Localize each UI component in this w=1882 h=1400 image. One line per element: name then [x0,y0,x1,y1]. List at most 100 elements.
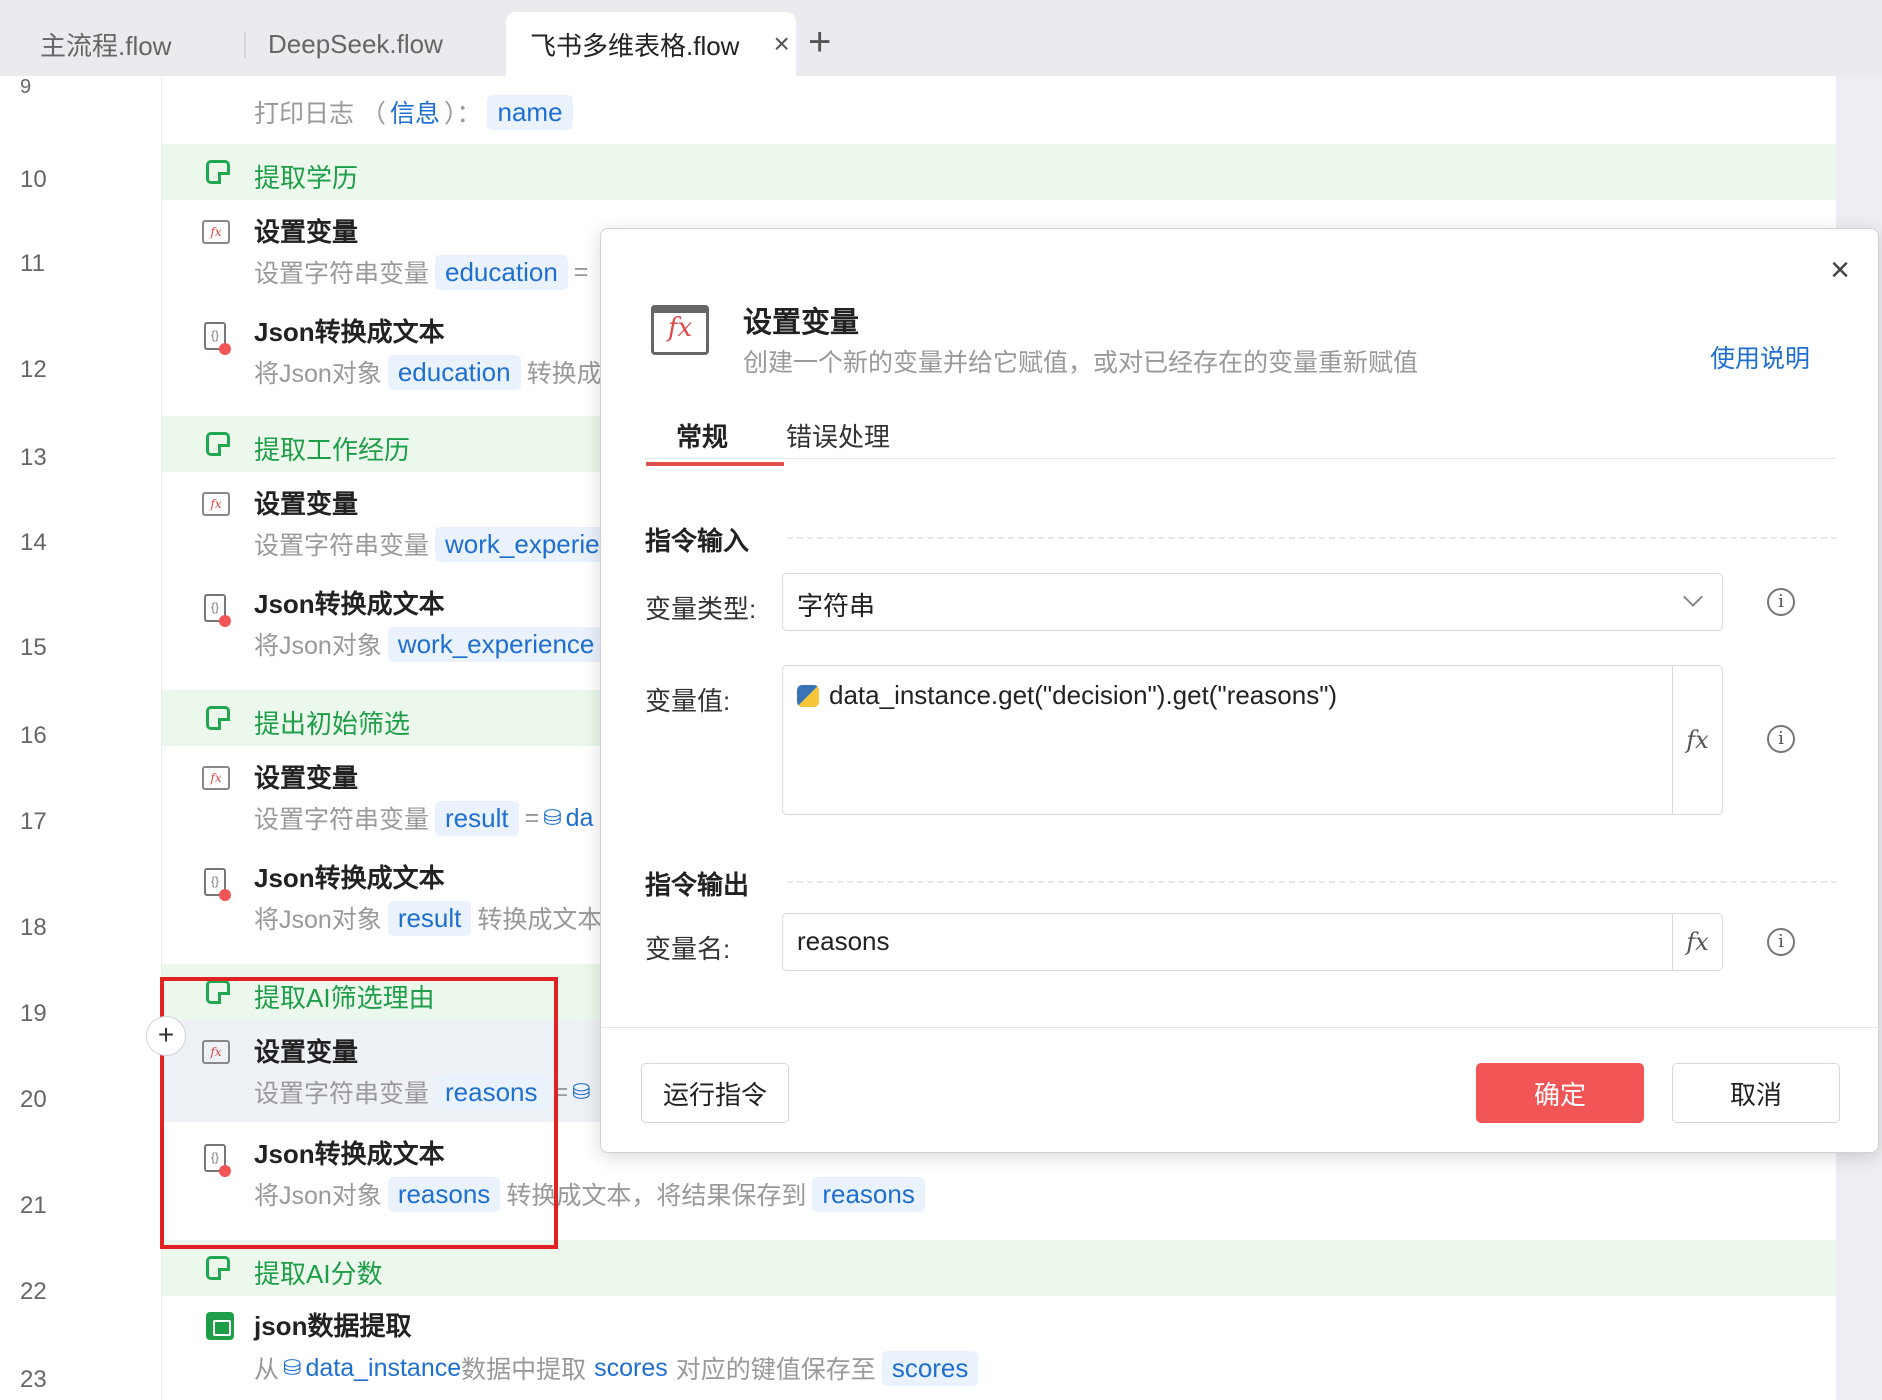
section-divider [787,881,1837,883]
desc-text: = [524,803,540,832]
python-icon [797,685,819,707]
confirm-button[interactable]: 确定 [1476,1063,1644,1123]
step-description: 设置字符串变量 result = ⛁ da [254,800,593,836]
output-variable-chip[interactable]: reasons [812,1176,925,1212]
step-title: Json转换成文本 [254,589,445,619]
step-description: 设置字符串变量 education = [254,254,588,290]
set-variable-dialog: × fx 设置变量 创建一个新的变量并给它赋值，或对已经存在的变量重新赋值 使用… [600,228,1879,1153]
source-variable[interactable]: data_instance [305,1354,461,1383]
step-title: 设置变量 [254,489,359,519]
variable-type-value: 字符串 [797,591,876,621]
add-step-icon[interactable]: + [146,1016,186,1056]
json-extract-icon [206,1312,234,1340]
tab-main-flow[interactable]: 主流程.flow [0,12,246,76]
fx-button[interactable]: fx [1672,914,1722,970]
log-level-link[interactable]: 信息 [390,94,440,130]
info-icon[interactable]: i [1767,588,1795,616]
fx-icon: fx [202,220,230,244]
footer-divider [601,1027,1878,1028]
tab-error-handling[interactable]: 错误处理 [786,417,890,454]
section-divider [787,537,1837,539]
expression-preview: da [565,803,594,832]
dialog-title: 设置变量 [743,307,860,339]
tab-label: 主流程.flow [40,30,172,61]
group-title: 提取工作经历 [254,435,411,465]
group-title: 提出初始筛选 [254,709,411,739]
fx-icon: fx [651,305,709,355]
step-title: json数据提取 [254,1311,412,1341]
group-title: 提取AI分数 [254,1259,383,1289]
info-icon[interactable]: i [1767,725,1795,753]
tab-general[interactable]: 常规 [645,417,785,466]
json-icon: {} [204,322,231,355]
cancel-button[interactable]: 取消 [1672,1063,1840,1123]
step-description: 从 ⛁ data_instance 数据中提取 scores 对应的键值保存至 … [254,1350,984,1386]
json-icon: {} [204,594,231,627]
fx-icon: fx [202,766,230,790]
line-number: 10 [20,166,47,193]
line-number: 17 [20,808,47,835]
info-icon[interactable]: i [1767,928,1795,956]
output-variable-chip[interactable]: scores [881,1350,979,1386]
step-description: 设置字符串变量 work_experience [254,526,658,562]
desc-text: 对应的键值保存至 [675,1356,876,1384]
line-number: 18 [20,914,47,941]
desc-text: 将Json对象 [254,906,382,934]
variable-chip[interactable]: education [387,354,521,390]
step-title: 设置变量 [254,763,359,793]
add-tab-icon[interactable]: + [808,22,831,62]
desc-text: 设置字符串变量 [254,532,430,560]
highlight-box [160,977,558,1249]
flow-step-json-extract[interactable]: json数据提取 从 ⛁ data_instance 数据中提取 scores … [162,1296,1836,1400]
python-icon: ⛁ [543,805,562,830]
variable-chip[interactable]: name [487,94,573,130]
variable-chip[interactable]: result [387,900,472,936]
group-note-icon [206,432,230,456]
variable-chip[interactable]: result [435,800,519,836]
desc-text: 将Json对象 [254,632,382,660]
tab-bar: 主流程.flow DeepSeek.flow 飞书多维表格.flow × + [0,0,1882,76]
dialog-tabs: 常规 错误处理 [645,417,1836,466]
fx-button[interactable]: fx [1672,666,1722,814]
chevron-down-icon [1683,587,1703,607]
tab-deepseek-flow[interactable]: DeepSeek.flow [246,12,504,76]
desc-text: 设置字符串变量 [254,806,430,834]
key-name: scores [594,1353,668,1382]
tab-feishu-flow[interactable]: 飞书多维表格.flow × [506,12,796,76]
group-note-icon [206,160,230,184]
line-number: 16 [20,722,47,749]
step-description: 将Json对象 result 转换成文本， [254,900,627,936]
variable-value-label: 变量值: [645,686,731,716]
line-number: 23 [20,1366,47,1393]
variable-name-input[interactable]: reasons fx [782,913,1723,971]
variable-chip[interactable]: education [435,254,568,290]
close-icon[interactable]: × [773,28,789,60]
line-number: 22 [20,1278,47,1305]
line-number: 14 [20,529,47,556]
tab-label: 飞书多维表格.flow [530,30,740,61]
flow-group-extract-education[interactable]: 提取学历 [162,144,1836,200]
group-note-icon [206,706,230,730]
line-number-gutter: 9 10 11 12 13 14 15 16 17 18 19 20 21 22… [0,76,162,1400]
line-number: 11 [20,250,45,277]
flow-step-print-log[interactable]: 打印日志 （ 信息 ）： name [162,76,1836,144]
desc-text: 设置字符串变量 [254,260,430,288]
fx-icon: fx [202,492,230,516]
variable-type-select[interactable]: 字符串 [782,573,1723,631]
close-icon[interactable]: × [1830,251,1850,290]
help-link[interactable]: 使用说明 [1710,339,1810,375]
line-number: 20 [20,1086,47,1113]
step-title: 设置变量 [254,217,359,247]
variable-value-editor[interactable]: data_instance.get("decision").get("reaso… [782,665,1723,815]
variable-name-label: 变量名: [645,934,731,964]
expression-value: data_instance.get("decision").get("reaso… [829,680,1338,710]
desc-text: 打印日志 （ [254,100,386,128]
line-number: 13 [20,444,47,471]
group-title: 提取学历 [254,163,359,193]
variable-name-value: reasons [797,926,890,956]
dialog-subtitle: 创建一个新的变量并给它赋值，或对已经存在的变量重新赋值 [743,349,1419,377]
variable-chip[interactable]: work_experience [387,626,605,662]
run-command-button[interactable]: 运行指令 [641,1063,789,1123]
step-description: 将Json对象 work_experience [254,626,610,662]
section-title-output: 指令输出 [645,870,750,900]
